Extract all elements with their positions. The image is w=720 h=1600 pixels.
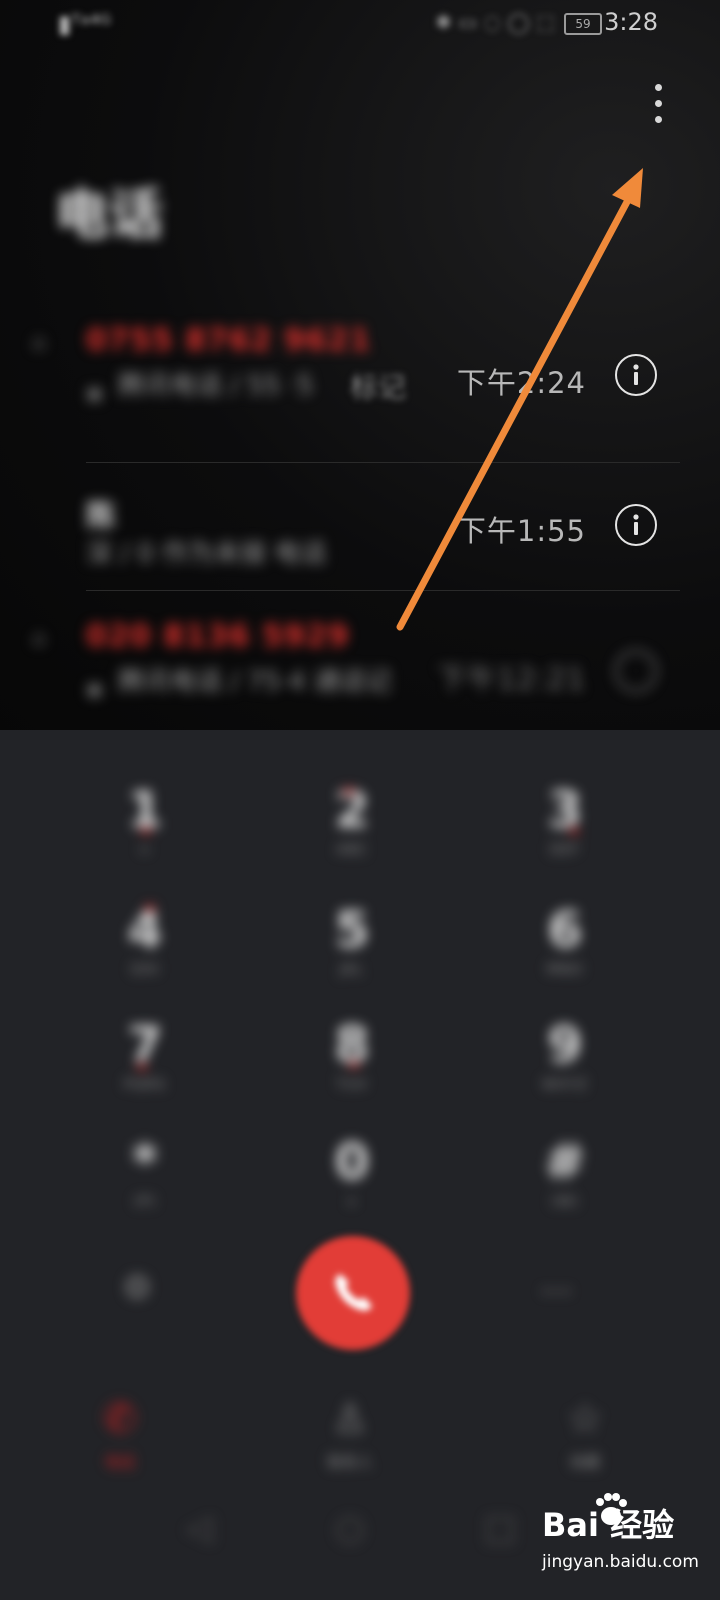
missed-call-icon: ⌂ [32,626,46,651]
sim-icon: ▣ [86,679,104,700]
more-vertical-icon[interactable] [640,78,676,130]
home-icon[interactable]: ○ [335,1508,365,1548]
info-icon[interactable] [615,354,657,396]
dial-key-0[interactable]: 0 + [282,1132,422,1232]
dial-key-hash[interactable]: # (W) [495,1132,635,1232]
missed-call-icon: ⌂ [32,330,46,355]
key-accent [350,1062,358,1068]
call-tag: 标记 [350,371,407,404]
contacts-icon: ♙ [332,1396,368,1442]
call-number: 020 8136 5929 [86,619,350,654]
back-icon[interactable]: ◁ [186,1508,212,1548]
call-time: 下午2:24 [456,366,586,400]
key-accent [345,788,353,794]
phone-screen: ▮ᵀᵃ⁴ᴳ ✱ ▭ ◌ ◯ ⬚ 59 3:28 电话 ⌂ 0755 8762 9… [0,0,720,1600]
dial-key-9[interactable]: 9 WXYZ [495,1015,635,1115]
watermark-url: jingyan.baidu.com [542,1552,699,1572]
baidu-watermark: Bai 经验 jingyan.baidu.com [540,1490,710,1590]
call-number: 0755 8762 9621 [86,323,372,358]
tab-phone[interactable]: ✆ 电话 [70,1395,170,1472]
dial-button[interactable] [296,1236,410,1350]
dial-key-4[interactable]: 4 GHI [75,900,215,1000]
recent-apps-icon[interactable]: □ [484,1508,516,1548]
divider [86,590,680,591]
page-title: 电话 [55,183,163,246]
signal-indicator: ▮ᵀᵃ⁴ᴳ [58,10,112,38]
call-log-item[interactable]: ⌂ 0755 8762 9621 ▣ 腾讯电话 / 55 ·5 标记 下午2:2… [0,318,720,458]
status-bar: ▮ᵀᵃ⁴ᴳ ✱ ▭ ◌ ◯ ⬚ 59 3:28 [0,0,720,48]
key-accent [138,1064,146,1070]
tab-contacts[interactable]: ♙ 联系人 [300,1395,400,1472]
tab-favorites[interactable]: ☆ 收藏 [535,1395,635,1472]
status-time: 3:28 [604,8,658,36]
info-icon[interactable] [615,650,657,692]
dial-key-3[interactable]: 3 DEF [495,780,635,880]
call-time: 下午12:21 [437,662,586,696]
key-accent [146,905,154,911]
call-log-item[interactable]: 陈 深 / 0 作为未接 电话 下午1:55 [0,486,720,626]
call-location: 深 / 0 作为未接 电话 [86,539,327,569]
key-accent [142,828,150,834]
battery-icon: 59 [564,13,602,35]
info-icon[interactable] [615,504,657,546]
divider [86,462,680,463]
dial-key-2[interactable]: 2 ABC [282,780,422,880]
key-accent [570,828,578,834]
call-time: 下午1:55 [456,514,586,548]
sim-icon: ▣ [86,383,104,404]
phone-icon: ✆ [103,1396,137,1442]
status-icons: ✱ ▭ ◌ ◯ ⬚ [435,10,555,34]
call-number: 陈 [86,499,117,534]
dialpad-settings-icon[interactable]: ⚙ [122,1268,152,1308]
dial-key-6[interactable]: 6 MNO [495,900,635,1000]
call-location: 腾讯电话 / 75·4 通话记 [118,667,392,697]
dial-key-star[interactable]: * (P) [75,1132,215,1232]
dialpad-more-icon[interactable]: ··· [540,1272,572,1312]
dial-key-5[interactable]: 5 JKL [282,900,422,1000]
phone-icon [335,1274,372,1311]
paw-icon [596,1493,627,1525]
star-icon: ☆ [567,1396,603,1442]
